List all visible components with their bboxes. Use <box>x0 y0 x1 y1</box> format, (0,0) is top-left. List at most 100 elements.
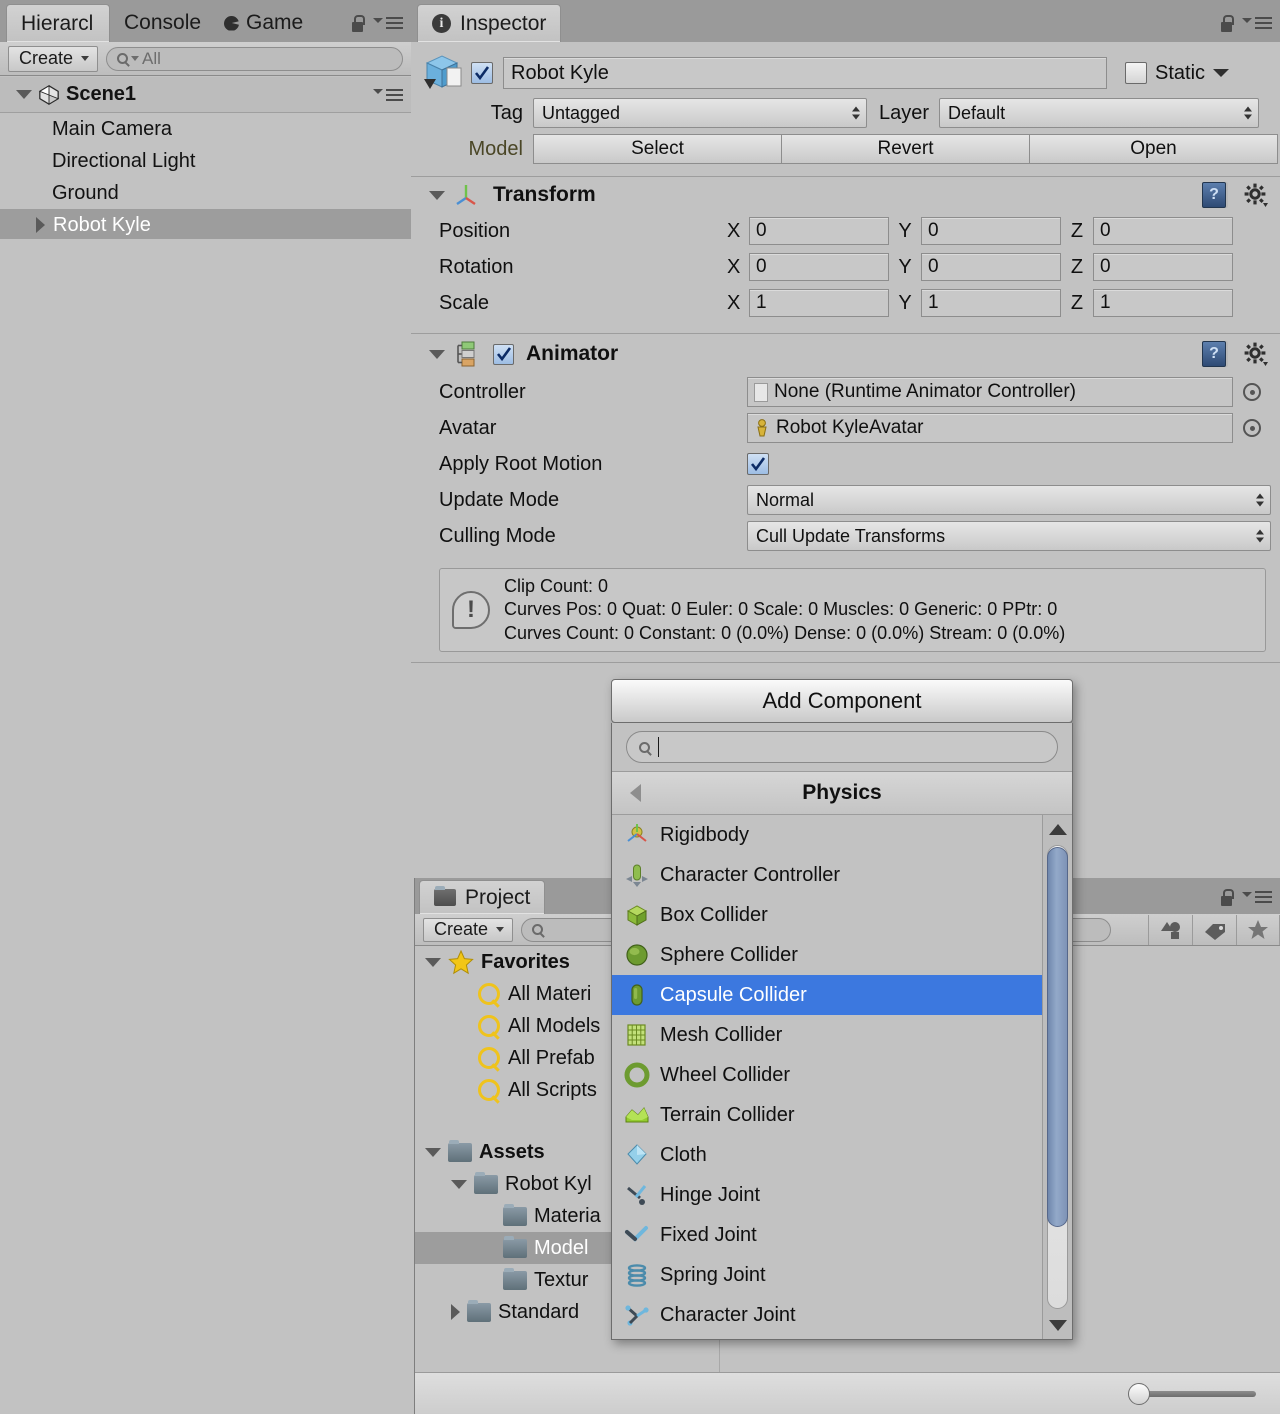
avatar-object-field[interactable]: Robot KyleAvatar <box>747 413 1233 443</box>
component-item-character-joint[interactable]: Character Joint <box>612 1295 1072 1335</box>
update-mode-dropdown[interactable]: Normal <box>747 485 1271 515</box>
controller-picker-icon[interactable] <box>1243 383 1261 401</box>
rotation-label: Rotation <box>411 256 727 279</box>
position-x-input[interactable]: 0 <box>749 217 889 245</box>
chevron-down-icon <box>496 927 504 932</box>
component-item-label: Box Collider <box>660 904 768 927</box>
component-item-mesh-collider[interactable]: Mesh Collider <box>612 1015 1072 1055</box>
hierarchy-tree: Main Camera Directional Light Ground Rob… <box>0 113 411 241</box>
component-item-capsule-collider[interactable]: Capsule Collider <box>612 975 1072 1015</box>
lock-icon[interactable] <box>1219 15 1234 32</box>
lock-icon[interactable] <box>1219 889 1234 906</box>
scale-x-input[interactable]: 1 <box>749 289 889 317</box>
component-item-hinge-joint[interactable]: Hinge Joint <box>612 1175 1072 1215</box>
hierarchy-item-label: Robot Kyle <box>53 214 151 237</box>
avatar-icon <box>754 419 770 438</box>
position-y-input[interactable]: 0 <box>921 217 1061 245</box>
icon-size-slider-track[interactable] <box>1136 1391 1256 1397</box>
project-item-label: All Prefab <box>508 1047 595 1070</box>
add-component-panel: Physics Rigidbody <box>611 723 1073 1340</box>
project-create-button[interactable]: Create <box>423 918 513 942</box>
tab-project[interactable]: Project <box>419 880 545 914</box>
scale-y-input[interactable]: 1 <box>921 289 1061 317</box>
lock-icon[interactable] <box>350 15 365 32</box>
tab-inspector[interactable]: i Inspector <box>417 4 561 42</box>
component-item-fixed-joint[interactable]: Fixed Joint <box>612 1215 1072 1255</box>
rotation-y-input[interactable]: 0 <box>921 253 1061 281</box>
component-item-terrain-collider[interactable]: Terrain Collider <box>612 1095 1072 1135</box>
panel-menu-icon[interactable] <box>1242 891 1272 903</box>
favorite-button[interactable] <box>1236 915 1280 945</box>
scroll-down-button[interactable] <box>1043 1311 1072 1339</box>
gear-icon[interactable] <box>1244 342 1268 366</box>
tag-dropdown[interactable]: Untagged <box>533 98 867 128</box>
favorites-foldout-icon[interactable] <box>425 958 441 967</box>
component-item-wheel-collider[interactable]: Wheel Collider <box>612 1055 1072 1095</box>
transform-component-header[interactable]: Transform ? <box>411 177 1280 213</box>
object-name-input[interactable]: Robot Kyle <box>503 57 1107 89</box>
model-open-button[interactable]: Open <box>1029 134 1278 164</box>
help-icon[interactable]: ? <box>1202 182 1226 208</box>
component-list-scrollbar[interactable] <box>1042 815 1072 1339</box>
model-select-button[interactable]: Select <box>533 134 782 164</box>
scene-foldout-icon[interactable] <box>16 90 32 99</box>
layer-dropdown[interactable]: Default <box>939 98 1259 128</box>
scale-z-input[interactable]: 1 <box>1093 289 1233 317</box>
sphere-collider-icon <box>624 942 650 968</box>
hierarchy-item-ground[interactable]: Ground <box>0 177 411 209</box>
animator-icon <box>453 340 481 368</box>
component-item-spring-joint[interactable]: Spring Joint <box>612 1255 1072 1295</box>
animator-foldout-icon[interactable] <box>429 350 445 359</box>
gear-icon[interactable] <box>1244 183 1268 207</box>
hierarchy-item-robot-kyle[interactable]: Robot Kyle <box>0 209 411 241</box>
tab-game[interactable]: Game <box>210 4 317 42</box>
culling-mode-value: Cull Update Transforms <box>756 526 945 547</box>
animator-component-header[interactable]: Animator ? <box>411 334 1280 374</box>
help-icon[interactable]: ? <box>1202 341 1226 367</box>
panel-menu-icon[interactable] <box>373 17 403 29</box>
component-item-cloth[interactable]: Cloth <box>612 1135 1072 1175</box>
culling-mode-dropdown[interactable]: Cull Update Transforms <box>747 521 1271 551</box>
animator-enabled-checkbox[interactable] <box>493 344 514 365</box>
hierarchy-item-main-camera[interactable]: Main Camera <box>0 113 411 145</box>
transform-foldout-icon[interactable] <box>429 191 445 200</box>
assets-foldout-icon[interactable] <box>425 1148 441 1157</box>
hierarchy-empty-area <box>0 239 411 1414</box>
scroll-up-button[interactable] <box>1043 815 1072 843</box>
hierarchy-item-directional-light[interactable]: Directional Light <box>0 145 411 177</box>
controller-object-field[interactable]: None (Runtime Animator Controller) <box>747 377 1233 407</box>
filter-by-label-button[interactable] <box>1192 915 1236 945</box>
rotation-z-input[interactable]: 0 <box>1093 253 1233 281</box>
filter-by-type-button[interactable] <box>1148 915 1192 945</box>
static-label: Static <box>1155 62 1205 85</box>
add-component-search-input[interactable] <box>626 731 1058 763</box>
standard-foldout-icon[interactable] <box>451 1304 460 1320</box>
add-component-button[interactable]: Add Component <box>611 679 1073 723</box>
tab-console[interactable]: Consolе <box>110 4 210 42</box>
component-item-rigidbody[interactable]: Rigidbody <box>612 815 1072 855</box>
add-component-category-header[interactable]: Physics <box>612 771 1072 815</box>
hierarchy-search-input[interactable]: All <box>106 47 403 71</box>
root-motion-checkbox[interactable] <box>747 453 769 475</box>
scene-menu-icon[interactable] <box>373 89 403 101</box>
position-z-input[interactable]: 0 <box>1093 217 1233 245</box>
icon-size-slider-knob[interactable] <box>1128 1383 1150 1405</box>
tab-hierarchy[interactable]: Hierarcl <box>6 4 110 42</box>
hierarchy-scene-row[interactable]: Scene1 <box>0 77 411 113</box>
scrollbar-thumb[interactable] <box>1047 847 1068 1227</box>
static-dropdown-icon[interactable] <box>1213 69 1229 77</box>
position-x-value: 0 <box>756 220 767 242</box>
object-enabled-checkbox[interactable] <box>471 62 493 84</box>
component-item-character-controller[interactable]: Character Controller <box>612 855 1072 895</box>
rotation-x-input[interactable]: 0 <box>749 253 889 281</box>
hierarchy-create-button[interactable]: Create <box>8 46 98 72</box>
component-item-box-collider[interactable]: Box Collider <box>612 895 1072 935</box>
avatar-picker-icon[interactable] <box>1243 419 1261 437</box>
back-arrow-icon[interactable] <box>630 784 641 802</box>
panel-menu-icon[interactable] <box>1242 17 1272 29</box>
robot-kyle-foldout-icon[interactable] <box>451 1180 467 1189</box>
model-revert-button[interactable]: Revert <box>781 134 1030 164</box>
static-checkbox[interactable] <box>1125 62 1147 84</box>
robot-kyle-foldout-icon[interactable] <box>36 217 45 233</box>
component-item-sphere-collider[interactable]: Sphere Collider <box>612 935 1072 975</box>
